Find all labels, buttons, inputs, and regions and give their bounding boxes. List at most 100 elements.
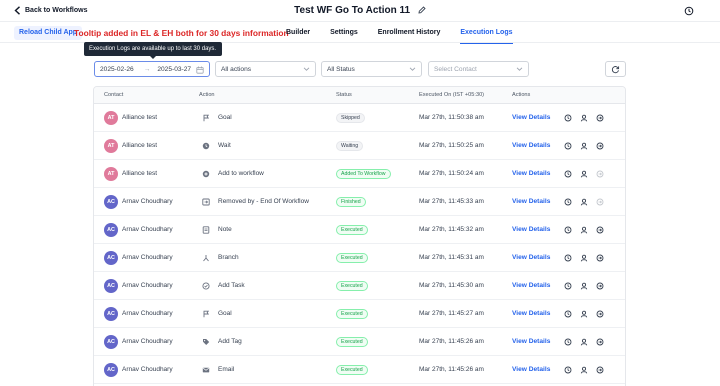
contact-filter-placeholder: Select Contact [434,65,477,73]
go-to-action-icon[interactable] [595,197,604,206]
contact-cell[interactable]: AC Arnav Choudhary [104,300,173,327]
user-icon[interactable] [579,225,588,234]
user-icon[interactable] [579,253,588,262]
user-icon[interactable] [579,197,588,206]
tab-enrollment-history[interactable]: Enrollment History [378,23,441,43]
action-name: Email [218,366,235,373]
actions-filter-select[interactable]: All actions [215,61,316,77]
action-name: Branch [218,254,239,261]
action-cell: Goal [201,300,232,327]
contact-cell[interactable]: AC Arnav Choudhary [104,272,173,299]
status-cell: Executed [336,300,368,327]
user-icon[interactable] [579,169,588,178]
view-details-link[interactable]: View Details [512,310,550,317]
date-range-picker[interactable]: 2025-02-26 → 2025-03-27 [94,61,210,77]
status-badge: Executed [336,224,368,235]
status-badge: Finished [336,196,366,207]
task-icon [201,281,211,291]
tab-settings[interactable]: Settings [330,23,358,43]
history-icon[interactable] [563,365,572,374]
reload-child-app-button[interactable]: Reload Child App [14,26,83,40]
execution-logs-tooltip: Execution Logs are available up to last … [84,42,222,59]
go-to-action-icon[interactable] [595,281,604,290]
status-badge: Added To Workflow [336,168,391,179]
contact-cell[interactable]: AC Arnav Choudhary [104,216,173,243]
end-icon [201,197,211,207]
view-details-link[interactable]: View Details [512,254,550,261]
view-details-link[interactable]: View Details [512,226,550,233]
view-details-link[interactable]: View Details [512,114,550,121]
contact-cell[interactable]: AC Arnav Choudhary [104,328,173,355]
history-icon[interactable] [563,309,572,318]
action-cell: Email [201,356,234,383]
view-details-cell: View Details [512,132,550,159]
refresh-icon [611,65,620,73]
contact-cell[interactable]: AC Arnav Choudhary [104,244,173,271]
history-icon[interactable] [563,197,572,206]
user-icon[interactable] [579,141,588,150]
user-icon[interactable] [579,113,588,122]
go-to-action-icon[interactable] [595,337,604,346]
table-header: Contact Action Status Executed On (IST +… [94,87,625,104]
actions-filter-value: All actions [221,65,252,73]
history-icon[interactable] [563,281,572,290]
table-row: AC Arnav Choudhary Removed by - End Of W… [94,188,625,216]
view-details-link[interactable]: View Details [512,338,550,345]
column-header-contact: Contact [104,92,124,98]
go-to-action-icon[interactable] [595,169,604,178]
contact-name: Alliance test [122,142,158,149]
history-icon[interactable] [563,141,572,150]
chevron-down-icon [516,66,523,74]
history-icon[interactable] [563,225,572,234]
user-icon[interactable] [579,309,588,318]
status-cell: Executed [336,356,368,383]
view-details-cell: View Details [512,104,550,131]
history-icon[interactable] [684,6,694,18]
go-to-action-icon[interactable] [595,141,604,150]
contact-filter-select[interactable]: Select Contact [428,61,529,77]
tab-builder[interactable]: Builder [286,23,310,43]
table-row: AT Alliance test Goal Skipped Mar 27th, … [94,104,625,132]
date-to: 2025-03-27 [157,65,192,73]
contact-cell[interactable]: AT Alliance test [104,104,157,131]
history-icon[interactable] [563,113,572,122]
user-icon[interactable] [579,281,588,290]
view-details-link[interactable]: View Details [512,282,550,289]
table-row: AC Arnav Choudhary Branch Executed Mar 2… [94,244,625,272]
status-filter-select[interactable]: All Status [321,61,422,77]
user-icon[interactable] [579,337,588,346]
view-details-link[interactable]: View Details [512,142,550,149]
refresh-button[interactable] [605,61,626,77]
edit-pencil-icon[interactable] [418,6,426,17]
contact-cell[interactable]: AT Alliance test [104,132,157,159]
contact-cell[interactable]: AC Arnav Choudhary [104,356,173,383]
table-row: AT Alliance test Wait Waiting Mar 27th, … [94,132,625,160]
go-to-action-icon[interactable] [595,309,604,318]
view-details-link[interactable]: View Details [512,170,550,177]
view-details-link[interactable]: View Details [512,198,550,205]
contact-name: Arnav Choudhary [122,310,173,317]
action-name: Wait [218,142,231,149]
history-icon[interactable] [563,337,572,346]
table-row: AC Arnav Choudhary Add Tag Executed Mar … [94,328,625,356]
contact-cell[interactable]: AC Arnav Choudhary [104,188,173,215]
contact-name: Arnav Choudhary [122,198,173,205]
go-to-action-icon[interactable] [595,365,604,374]
go-to-action-icon[interactable] [595,225,604,234]
user-icon[interactable] [579,365,588,374]
executed-on-cell: Mar 27th, 11:45:26 am [419,338,484,345]
view-details-link[interactable]: View Details [512,366,550,373]
action-cell: Wait [201,132,231,159]
contact-cell[interactable]: AT Alliance test [104,160,157,187]
go-to-action-icon[interactable] [595,113,604,122]
action-cell: Add to workflow [201,160,264,187]
tab-execution-logs[interactable]: Execution Logs [460,23,513,44]
history-icon[interactable] [563,253,572,262]
executed-on-cell: Mar 27th, 11:45:31 am [419,254,484,261]
view-details-cell: View Details [512,328,550,355]
go-to-action-icon[interactable] [595,253,604,262]
tab-bar: Builder Settings Enrollment History Exec… [286,23,533,44]
executed-on-cell: Mar 27th, 11:50:24 am [419,170,484,177]
history-icon[interactable] [563,169,572,178]
status-cell: Skipped [336,104,365,131]
